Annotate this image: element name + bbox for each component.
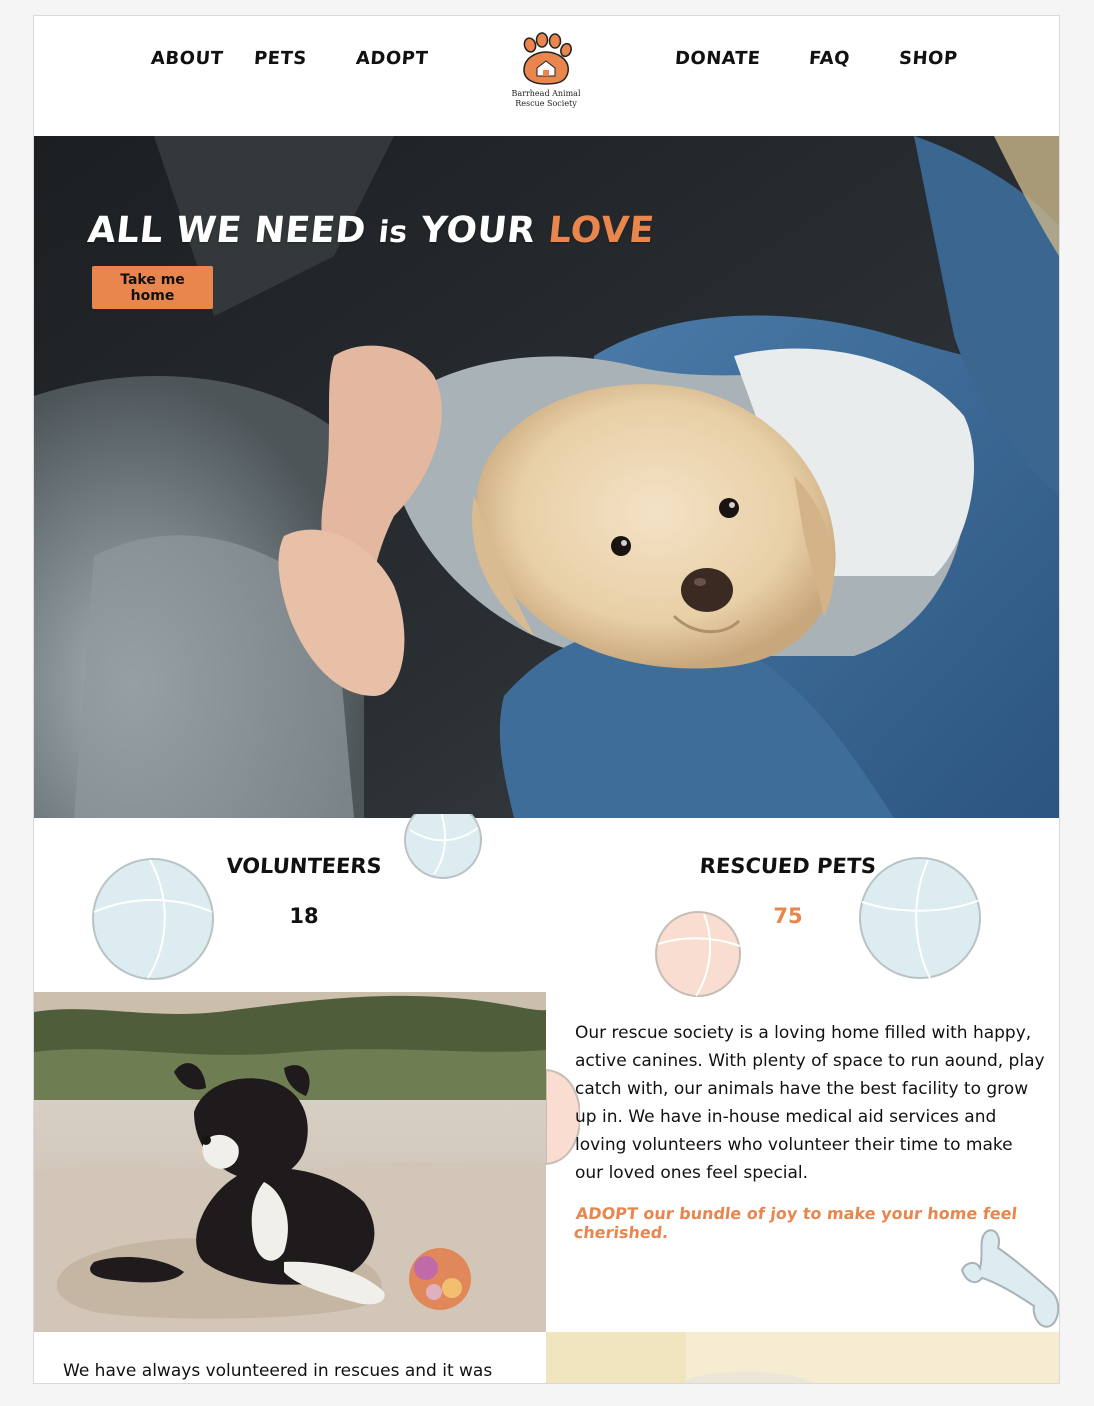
bottom-photo-illustration [546, 1332, 1059, 1383]
puppy-beach-illustration [34, 992, 546, 1332]
hero-title-part2: is [376, 215, 410, 250]
bone-decoration-icon [960, 1229, 1059, 1328]
volunteers-count: 18 [289, 904, 319, 928]
about-paragraph: Our rescue society is a loving home fill… [575, 1023, 1045, 1183]
logo-text-line2: Rescue Society [515, 99, 577, 108]
stats-section: VOLUNTEERS 18 RESCUED PETS 75 [34, 814, 1059, 997]
hero-title-part1: ALL WE NEED [85, 210, 381, 251]
hero-title: ALL WE NEED is YOUR LOVE [86, 210, 656, 251]
nav-faq-link[interactable]: FAQ [808, 48, 850, 69]
rescued-pets-count: 75 [773, 904, 803, 928]
hero-section: ALL WE NEED is YOUR LOVE Take me home [34, 136, 1059, 818]
nav-donate-link[interactable]: DONATE [674, 48, 761, 69]
nav-pets-link[interactable]: PETS [253, 48, 307, 69]
page: ABOUT PETS ADOPT Barrhead Animal Rescue … [33, 15, 1060, 1384]
rescued-pets-label: RESCUED PETS [698, 854, 878, 878]
take-me-home-button[interactable]: Take me home [92, 266, 213, 309]
site-logo[interactable]: Barrhead Animal Rescue Society [510, 32, 582, 128]
puppy-beach-photo [34, 992, 546, 1332]
hero-title-accent: LOVE [546, 210, 657, 251]
nav-about-link[interactable]: ABOUT [150, 48, 224, 69]
volunteers-label: VOLUNTEERS [225, 854, 383, 878]
bottom-paragraph: We have always volunteered in rescues an… [63, 1361, 493, 1381]
bottom-photo [546, 1332, 1059, 1383]
nav-adopt-link[interactable]: ADOPT [355, 48, 429, 69]
paw-house-icon [523, 32, 572, 85]
ball-decoration-icon [404, 814, 482, 879]
ball-decoration-icon [92, 858, 214, 980]
nav-shop-link[interactable]: SHOP [898, 48, 958, 69]
hero-title-part3: YOUR [405, 210, 551, 251]
top-navigation: ABOUT PETS ADOPT Barrhead Animal Rescue … [34, 16, 1059, 136]
logo-text-line1: Barrhead Animal [511, 89, 581, 98]
